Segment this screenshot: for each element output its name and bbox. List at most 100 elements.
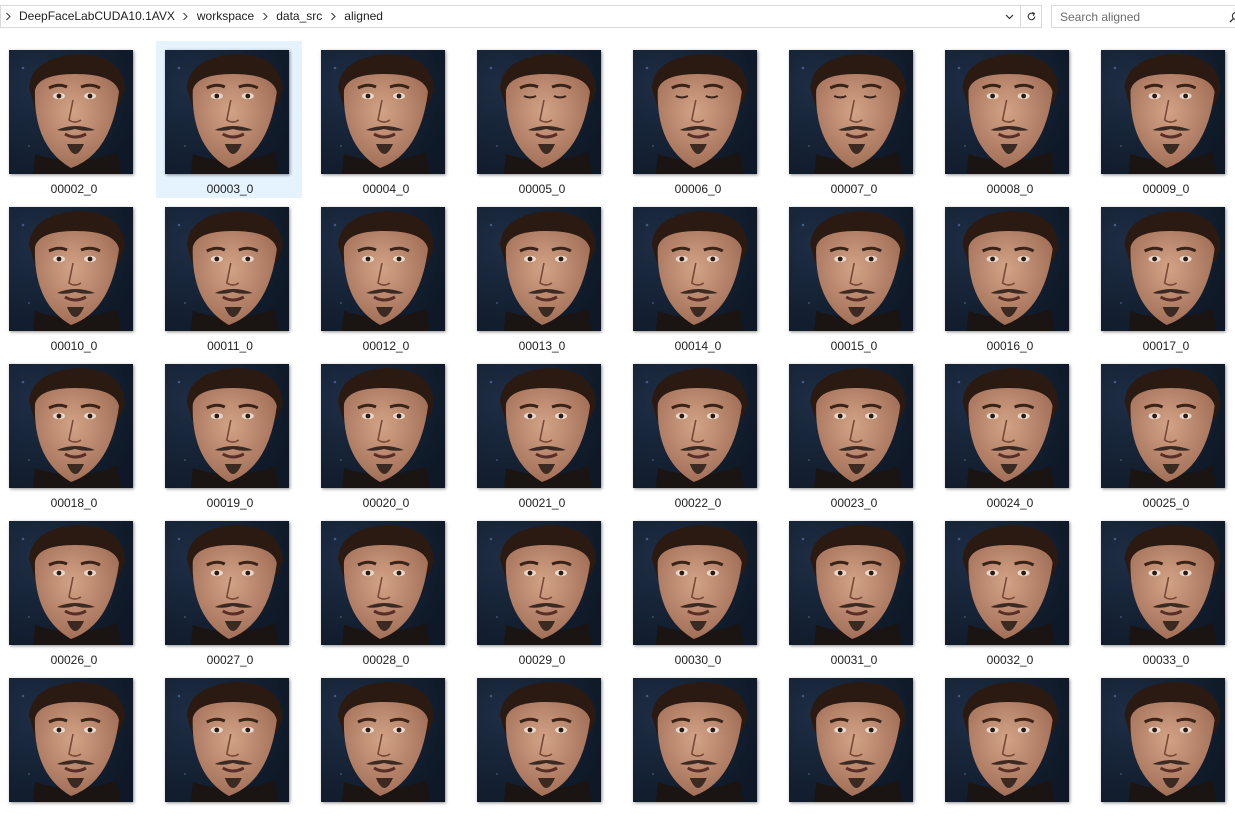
file-item[interactable]: 00008_0: [936, 41, 1082, 198]
file-item[interactable]: 00033_0: [1092, 512, 1235, 669]
file-item[interactable]: 00025_0: [1092, 355, 1235, 512]
file-item[interactable]: 00021_0: [468, 355, 614, 512]
file-thumbnail: [789, 678, 913, 802]
chevron-right-icon[interactable]: [1, 12, 15, 21]
file-item[interactable]: 00031_0: [780, 512, 926, 669]
file-item[interactable]: 00026_0: [0, 512, 146, 669]
file-name: 00011_0: [207, 339, 253, 353]
file-name: 00019_0: [206, 496, 254, 510]
file-item[interactable]: 00011_0: [156, 198, 302, 355]
file-thumbnail: [633, 678, 757, 802]
file-item[interactable]: 00023_0: [780, 355, 926, 512]
file-item[interactable]: [156, 669, 302, 826]
file-item[interactable]: 00009_0: [1092, 41, 1235, 198]
file-thumbnail: [477, 50, 601, 174]
file-name: 00020_0: [362, 496, 410, 510]
file-item[interactable]: 00018_0: [0, 355, 146, 512]
file-thumbnail: [321, 364, 445, 488]
refresh-icon[interactable]: [1020, 6, 1042, 27]
file-name: 00013_0: [518, 339, 566, 353]
file-item[interactable]: 00013_0: [468, 198, 614, 355]
file-item[interactable]: 00017_0: [1092, 198, 1235, 355]
search-box[interactable]: [1051, 5, 1235, 28]
file-name: 00004_0: [362, 182, 410, 196]
file-item[interactable]: [1092, 669, 1235, 826]
file-thumbnail: [9, 364, 133, 488]
file-name: 00031_0: [830, 653, 878, 667]
file-thumbnail: [633, 521, 757, 645]
chevron-right-icon[interactable]: [179, 12, 193, 21]
file-item[interactable]: 00032_0: [936, 512, 1082, 669]
file-name: 00010_0: [50, 339, 98, 353]
file-name: 00030_0: [674, 653, 722, 667]
file-item[interactable]: 00005_0: [468, 41, 614, 198]
file-thumbnail: [789, 521, 913, 645]
file-item[interactable]: 00020_0: [312, 355, 458, 512]
file-name: 00029_0: [518, 653, 566, 667]
file-item[interactable]: 00019_0: [156, 355, 302, 512]
file-name: 00017_0: [1142, 339, 1190, 353]
file-thumbnail: [789, 364, 913, 488]
file-item[interactable]: 00012_0: [312, 198, 458, 355]
file-item[interactable]: 00010_0: [0, 198, 146, 355]
file-item[interactable]: [468, 669, 614, 826]
file-item[interactable]: [312, 669, 458, 826]
file-item[interactable]: 00007_0: [780, 41, 926, 198]
chevron-right-icon[interactable]: [326, 12, 340, 21]
breadcrumb: DeepFaceLabCUDA10.1AVX workspace data_sr…: [1, 6, 387, 27]
search-input[interactable]: [1052, 6, 1230, 27]
file-item[interactable]: [0, 669, 146, 826]
file-thumbnail: [789, 207, 913, 331]
file-thumbnail: [477, 364, 601, 488]
file-item[interactable]: 00030_0: [624, 512, 770, 669]
breadcrumb-item-data-src[interactable]: data_src: [272, 6, 326, 27]
file-thumbnail: [165, 207, 289, 331]
file-item[interactable]: [624, 669, 770, 826]
address-bar[interactable]: DeepFaceLabCUDA10.1AVX workspace data_sr…: [0, 5, 1042, 28]
file-item[interactable]: 00014_0: [624, 198, 770, 355]
chevron-down-icon[interactable]: [999, 6, 1020, 27]
file-thumbnail: [321, 50, 445, 174]
file-item[interactable]: 00006_0: [624, 41, 770, 198]
file-thumbnail: [633, 50, 757, 174]
file-thumbnail: [165, 50, 289, 174]
file-item[interactable]: 00024_0: [936, 355, 1082, 512]
file-thumbnail: [9, 50, 133, 174]
file-thumbnail: [945, 50, 1069, 174]
file-thumbnail: [9, 521, 133, 645]
file-name: 00012_0: [362, 339, 410, 353]
file-thumbnail: [165, 678, 289, 802]
file-name: 00027_0: [206, 653, 254, 667]
file-item[interactable]: [780, 669, 926, 826]
breadcrumb-item-aligned[interactable]: aligned: [340, 6, 387, 27]
breadcrumb-item-workspace[interactable]: workspace: [193, 6, 258, 27]
file-item[interactable]: 00022_0: [624, 355, 770, 512]
file-item[interactable]: 00028_0: [312, 512, 458, 669]
navigation-bar: DeepFaceLabCUDA10.1AVX workspace data_sr…: [0, 0, 1235, 34]
file-thumbnail: [9, 678, 133, 802]
file-thumbnail: [945, 678, 1069, 802]
file-thumbnail: [945, 364, 1069, 488]
file-item[interactable]: 00004_0: [312, 41, 458, 198]
file-item[interactable]: [936, 669, 1082, 826]
file-item[interactable]: 00029_0: [468, 512, 614, 669]
file-name: 00024_0: [986, 496, 1034, 510]
file-thumbnail: [477, 678, 601, 802]
search-icon[interactable]: [1229, 11, 1235, 23]
file-item[interactable]: 00015_0: [780, 198, 926, 355]
file-thumbnail: [477, 207, 601, 331]
file-thumbnail: [1101, 207, 1225, 331]
file-item[interactable]: 00002_0: [0, 41, 146, 198]
file-name: 00014_0: [674, 339, 722, 353]
file-item[interactable]: 00027_0: [156, 512, 302, 669]
file-name: 00008_0: [986, 182, 1034, 196]
breadcrumb-item-root[interactable]: DeepFaceLabCUDA10.1AVX: [15, 6, 179, 27]
file-name: 00023_0: [830, 496, 878, 510]
file-name: 00026_0: [50, 653, 98, 667]
file-item[interactable]: 00003_0: [156, 41, 302, 198]
file-thumbnail: [1101, 50, 1225, 174]
file-thumbnail: [633, 364, 757, 488]
file-grid: 00002_0 00003_0 00004_0 00005_0 00006_0 …: [0, 39, 1235, 802]
chevron-right-icon[interactable]: [258, 12, 272, 21]
file-item[interactable]: 00016_0: [936, 198, 1082, 355]
